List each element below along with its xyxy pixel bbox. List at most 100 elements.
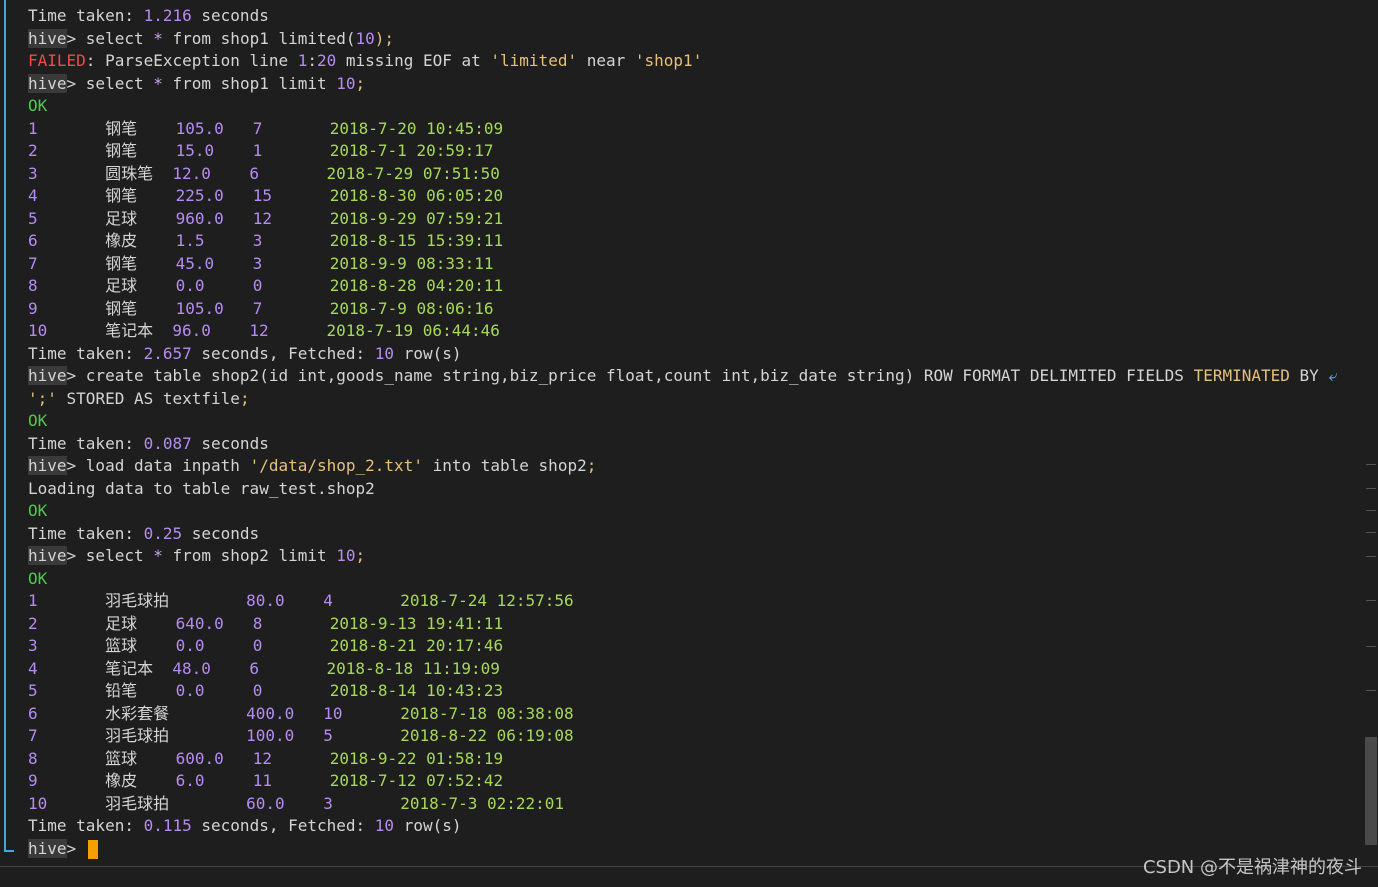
terminal-text: 2018-7-1 20:59:17: [329, 141, 494, 160]
text-cursor[interactable]: [87, 839, 98, 859]
scroll-marker: [1366, 488, 1376, 489]
terminal-line: ';' STORED AS textfile;: [28, 388, 1350, 411]
scroll-thumb[interactable]: [1365, 737, 1377, 845]
terminal-text: 12.0: [172, 163, 211, 183]
terminal-text: 1: [297, 51, 308, 70]
terminal-text: 1: [28, 118, 106, 138]
terminal-text: 钢笔: [105, 298, 176, 318]
terminal-text: 钢笔: [105, 141, 176, 160]
hive-prompt: hive: [28, 28, 67, 48]
terminal-text: 羽毛球拍: [105, 793, 247, 813]
terminal-line: 3 篮球 0.0 0 2018-8-21 20:17:46: [28, 635, 1350, 658]
terminal-text: 3: [252, 231, 263, 250]
terminal-text: 20: [317, 51, 337, 70]
terminal-text: 2018-9-22 01:58:19: [329, 748, 504, 768]
terminal-text: 2018-7-24 12:57:56: [400, 591, 574, 610]
terminal-text: 钢笔: [105, 118, 176, 138]
terminal-line: hive> select * from shop2 limit 10;: [28, 545, 1350, 568]
terminal-line: 7 钢笔 45.0 3 2018-9-9 08:33:11: [28, 253, 1350, 276]
terminal-text: 105.0: [175, 298, 224, 318]
terminal-text: '/data/shop_2.txt': [249, 456, 423, 475]
terminal-text: 钢笔: [105, 253, 176, 273]
terminal-text: seconds, Fetched:: [191, 343, 375, 363]
terminal-text: 羽毛球拍: [105, 591, 247, 610]
terminal-text: seconds: [191, 6, 269, 25]
terminal-line: OK: [28, 568, 1350, 591]
terminal-text: 225.0: [175, 186, 224, 205]
terminal-text: 100.0: [246, 726, 295, 745]
terminal-line: OK: [28, 500, 1350, 523]
terminal-text: 'limited': [490, 51, 578, 70]
terminal-text: 10: [336, 73, 356, 93]
terminal-text: >: [66, 456, 86, 475]
terminal-text: 400.0: [246, 703, 295, 723]
terminal-line: hive> create table shop2(id int,goods_na…: [28, 365, 1350, 388]
terminal-text: 8: [252, 613, 263, 633]
terminal-text: 0.0: [175, 636, 205, 655]
terminal-text: >: [66, 73, 86, 93]
terminal-text: seconds, Fetched:: [191, 816, 375, 835]
terminal-scrollbar[interactable]: [1364, 0, 1378, 866]
terminal-text: 11: [252, 771, 272, 790]
terminal-text: ;: [239, 388, 250, 408]
terminal-text: >: [66, 366, 86, 385]
terminal-text: *: [153, 73, 163, 93]
terminal-line: 10 羽毛球拍 60.0 3 2018-7-3 02:22:01: [28, 793, 1350, 816]
terminal-text: 橡皮: [105, 771, 176, 790]
terminal-line: Time taken: 0.25 seconds: [28, 523, 1350, 546]
terminal-line: 9 钢笔 105.0 7 2018-7-9 08:06:16: [28, 298, 1350, 321]
terminal-text: 10: [355, 28, 375, 48]
terminal-text: 水彩套餐: [105, 703, 247, 723]
terminal-text: : ParseException line: [85, 51, 298, 70]
line-wrap-icon: ⤶: [1328, 366, 1338, 385]
terminal-text: row(s): [394, 343, 462, 363]
terminal-text: 2018-8-21 20:17:46: [329, 636, 504, 655]
terminal-text: 5: [28, 208, 106, 228]
terminal-text: 'shop1': [634, 51, 703, 70]
terminal-text: 80.0: [246, 591, 285, 610]
terminal-text: 10: [374, 343, 395, 363]
terminal-text: 12: [252, 208, 272, 228]
terminal-text: 2018-7-12 07:52:42: [329, 771, 504, 790]
terminal-text: 9: [28, 298, 106, 318]
terminal-window[interactable]: Time taken: 1.216 seconds hive> select * …: [0, 0, 1364, 866]
hive-prompt: hive: [28, 456, 67, 475]
terminal-text: near: [577, 51, 635, 70]
terminal-text: 铅笔: [105, 681, 176, 700]
terminal-text: TERMINATED: [1193, 366, 1290, 385]
scroll-marker: [1366, 690, 1376, 691]
terminal-text: 640.0: [175, 613, 224, 633]
hive-prompt: hive: [28, 73, 67, 93]
terminal-text: 7: [28, 253, 106, 273]
terminal-line: 1 羽毛球拍 80.0 4 2018-7-24 12:57:56: [28, 590, 1350, 613]
terminal-text: 5: [323, 726, 333, 745]
terminal-text: >: [66, 28, 86, 48]
terminal-line: Loading data to table raw_test.shop2: [28, 478, 1350, 501]
terminal-text: OK: [28, 411, 48, 430]
terminal-line: OK: [28, 410, 1350, 433]
terminal-text: 2018-7-19 06:44:46: [326, 321, 500, 340]
terminal-output: Time taken: 1.216 seconds hive> select * …: [28, 5, 1350, 860]
terminal-text: 3: [323, 793, 333, 813]
terminal-line: 2 足球 640.0 8 2018-9-13 19:41:11: [28, 613, 1350, 636]
terminal-line: 1 钢笔 105.0 7 2018-7-20 10:45:09: [28, 118, 1350, 141]
scroll-marker: [1366, 556, 1376, 557]
terminal-text: 1: [28, 591, 106, 610]
terminal-text: Time taken:: [28, 523, 144, 543]
terminal-text: :: [307, 51, 317, 70]
terminal-text: 2018-7-3 02:22:01: [400, 793, 565, 813]
scroll-marker: [1366, 464, 1376, 465]
terminal-text: 2018-8-22 06:19:08: [400, 726, 574, 745]
terminal-text: 10: [323, 703, 343, 723]
terminal-line: hive> select * from shop1 limited(10);: [28, 28, 1350, 51]
